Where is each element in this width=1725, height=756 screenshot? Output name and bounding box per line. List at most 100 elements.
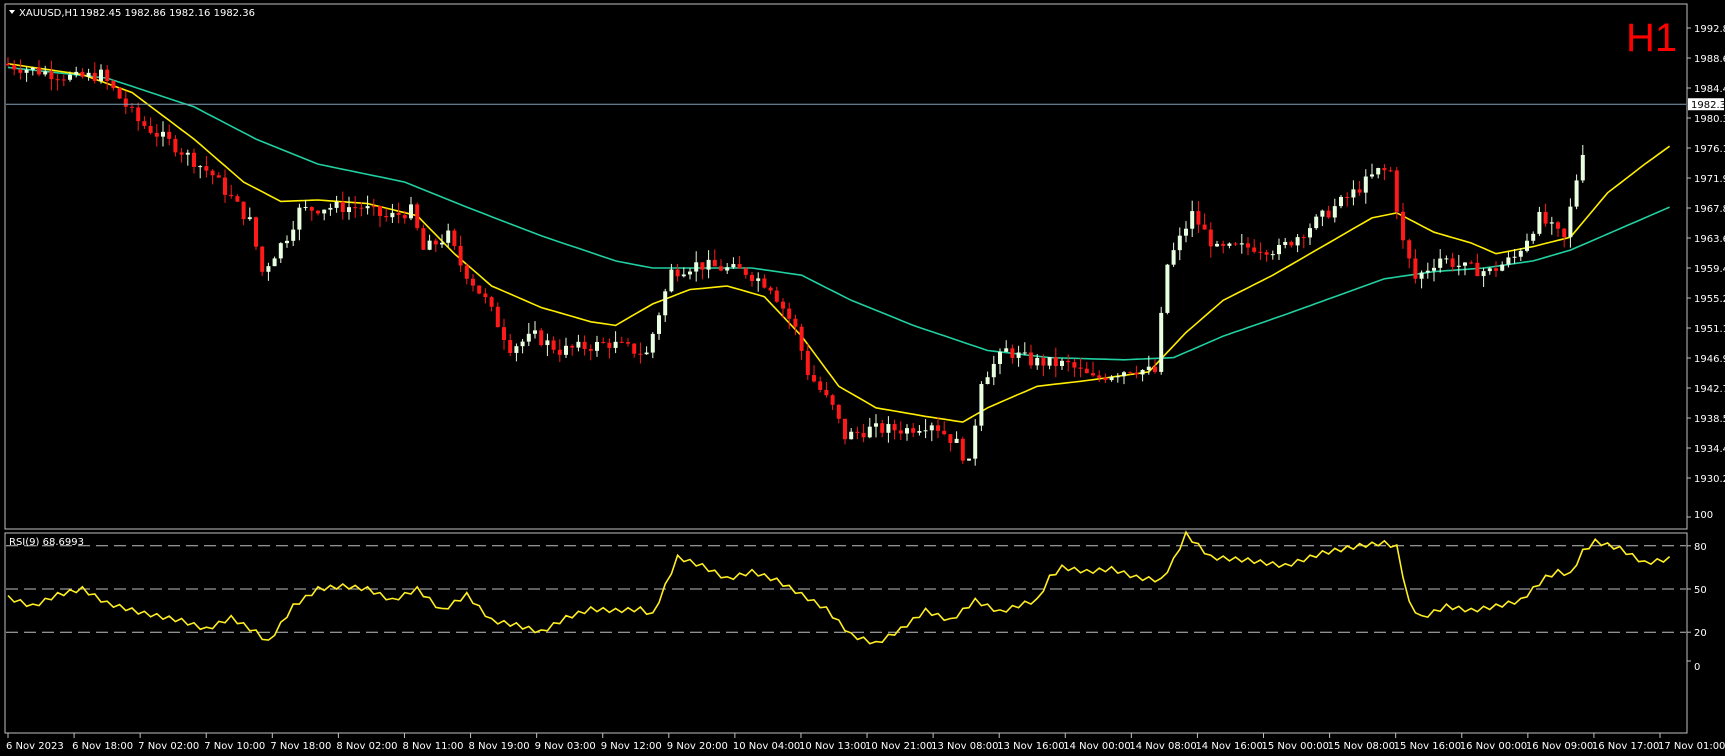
bull-candle [613,341,618,348]
bear-candle [173,138,178,153]
bear-candle [117,88,122,99]
bear-candle [359,207,364,209]
time-tick-label: 13 Nov 16:00 [997,741,1064,752]
bear-candle [1153,366,1157,372]
bear-candle [210,170,215,176]
bull-candle [967,458,971,461]
bear-candle [1450,258,1455,267]
time-tick-label: 13 Nov 08:00 [931,741,998,752]
bull-candle [1140,370,1145,375]
bear-candle [768,287,773,291]
bull-candle [725,267,730,271]
bull-candle [954,438,959,443]
bull-candle [185,152,190,155]
bull-candle [595,341,599,351]
bull-candle [328,207,333,210]
bull-candle [1444,258,1449,260]
bear-candle [421,228,426,250]
time-tick-label: 8 Nov 11:00 [402,741,463,752]
price-tick-label: 1942.70 [1694,384,1725,395]
bull-candle [564,345,568,355]
time-tick-label: 8 Nov 02:00 [336,741,397,752]
bull-candle [1463,262,1467,266]
bear-candle [607,342,612,348]
bull-candle [198,166,203,168]
bear-candle [1221,243,1226,246]
bear-candle [942,430,947,435]
bear-candle [1103,377,1108,381]
bull-candle [867,426,872,438]
bear-candle [1246,243,1250,248]
bear-candle [1072,362,1077,368]
bull-candle [30,67,35,70]
bear-candle [799,326,804,351]
bear-candle [148,125,153,133]
bull-candle [874,423,878,427]
time-tick-label: 10 Nov 21:00 [865,741,932,752]
bear-candle [861,432,866,438]
bear-candle [1289,241,1294,246]
bull-candle [1525,240,1529,251]
bear-candle [948,434,953,443]
bull-candle [1270,254,1275,256]
bull-candle [1060,360,1064,366]
rsi-tick-label: 100 [1694,510,1713,521]
bear-candle [1556,222,1560,229]
time-tick-label: 16 Nov 09:00 [1526,741,1593,752]
bull-candle [390,212,395,218]
bear-candle [495,306,500,328]
bear-candle [309,207,314,211]
bear-candle [1066,360,1071,363]
bull-candle [278,243,283,259]
time-tick-label: 10 Nov 13:00 [799,741,866,752]
bear-candle [1469,262,1474,264]
bull-candle [99,69,103,81]
bear-candle [781,301,785,309]
bear-candle [229,194,234,197]
bear-candle [55,79,60,81]
bear-candle [1202,224,1207,230]
time-tick-label: 15 Nov 16:00 [1394,741,1461,752]
bull-candle [1419,272,1424,279]
price-tick-label: 1967.80 [1694,204,1725,215]
bear-candle [719,266,723,271]
bear-candle [61,79,66,81]
time-tick-label: 7 Nov 10:00 [204,741,265,752]
bull-candle [1568,206,1573,238]
bear-candle [1326,210,1331,218]
price-tick-label: 1930.20 [1694,474,1725,485]
bull-candle [409,204,413,219]
bear-candle [223,177,227,195]
bull-candle [285,240,289,244]
bear-candle [216,175,221,178]
bear-candle [818,381,823,390]
bull-candle [973,425,978,459]
bull-candle [1109,377,1114,381]
bear-candle [508,340,513,353]
price-tick-label: 1946.90 [1694,354,1725,365]
bear-candle [805,350,810,376]
time-tick-label: 6 Nov 2023 [6,741,64,752]
bull-candle [1115,376,1120,378]
bull-candle [985,377,990,385]
bull-candle [1184,228,1188,236]
bear-candle [123,98,128,107]
bear-candle [1562,228,1567,238]
bear-candle [415,204,420,229]
trading-terminal[interactable]: 1982.36 1992.80 1988.60 1984.40 1980.30 1976… [0,0,1725,756]
bear-candle [570,345,575,348]
bull-candle [1339,196,1343,207]
bull-candle [849,431,854,440]
price-chart[interactable]: 1982.36 1992.80 1988.60 1984.40 1980.30 1976… [0,0,1725,756]
bear-candle [1264,252,1269,255]
bear-candle [539,330,544,346]
bull-candle [347,207,351,213]
bull-candle [1177,235,1182,251]
bull-candle [365,206,370,209]
bear-candle [464,265,469,279]
bull-candle [1016,352,1021,358]
time-tick-label: 8 Nov 19:00 [469,741,530,752]
bear-candle [601,341,606,343]
bear-candle [179,152,184,155]
bear-candle [458,245,463,266]
